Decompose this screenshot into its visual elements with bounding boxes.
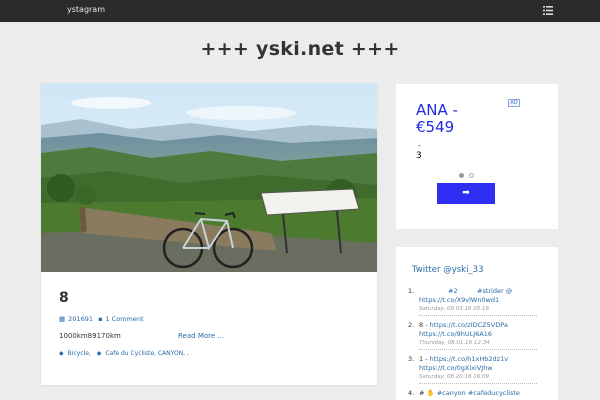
ad-dash: - — [418, 141, 421, 150]
post-title[interactable]: 8 — [59, 290, 69, 306]
tweet-text: # ✋ #canyon #cafeducycliste — [419, 389, 520, 397]
tweet-link[interactable]: https://t.co/zIDCZ5VDPa — [430, 321, 508, 329]
post-date[interactable]: 201691 — [68, 315, 93, 323]
post-featured-image[interactable] — [41, 83, 377, 272]
hand-emoji-icon: ✋ — [426, 389, 435, 397]
post-excerpt: 1000km89170km — [59, 332, 121, 340]
tweet-plain-text: 1 - — [419, 355, 428, 363]
ad-number: 3 — [416, 151, 422, 161]
top-navbar: ystagram — [0, 0, 600, 22]
read-more-link[interactable]: Read More ... — [178, 332, 224, 340]
ad-title[interactable]: ANA - €549 — [416, 102, 476, 136]
twitter-widget-title[interactable]: Twitter @yski_33 — [412, 265, 484, 275]
divider — [419, 349, 537, 350]
calendar-icon: ▦ — [59, 315, 66, 323]
post-comments-link[interactable]: 1 Comment — [105, 315, 143, 323]
twitter-widget: Twitter @yski_33 1. #2 #strider @ https:… — [396, 247, 558, 400]
tweet-time: Saturday, 08.20.16 16:09 — [419, 374, 490, 380]
tweet-url[interactable]: https://t.co/9hULJ6A16 — [419, 330, 492, 338]
divider — [419, 315, 537, 316]
tweet-plain-text: 8 - — [419, 321, 428, 329]
carousel-dot[interactable] — [469, 173, 474, 178]
tag-link[interactable]: Bicycle, — [68, 350, 91, 357]
carousel-dot-active[interactable] — [459, 173, 464, 178]
nav-link-ystagram[interactable]: ystagram — [67, 5, 105, 14]
tweet-time: Saturday, 09.03.16 05:18 — [419, 306, 490, 312]
ad-arrow-button[interactable]: ➡ — [437, 183, 495, 204]
post-tags: ◆ Bicycle, ◆ Cafe du Cycliste, CANYON, , — [59, 350, 193, 357]
tweet-number: 1. — [408, 287, 415, 295]
tweet-plain-text: # — [419, 389, 425, 397]
tweet-link[interactable]: #canyon #cafeducycliste — [437, 389, 520, 397]
tweet-number: 3. — [408, 355, 415, 363]
post-card: 8 ▦ 201691 ▪ 1 Comment 1000km89170km Read … — [41, 83, 377, 385]
tag-icon: ◆ — [96, 350, 102, 357]
tweet-number: 2. — [408, 321, 415, 329]
tweet-link[interactable]: #strider @ — [477, 287, 512, 295]
tweet-text: 8 - https://t.co/zIDCZ5VDPa — [419, 321, 508, 329]
tweet-link[interactable]: https://t.co/h1xHb2dz1v — [430, 355, 508, 363]
tag-link[interactable]: Cafe du Cycliste, CANYON, , — [105, 350, 189, 357]
tweet-url[interactable]: https://t.co/0gXixiVJhw — [419, 364, 493, 372]
tweet-time: Thursday, 08.01.16 12:34 — [419, 340, 490, 346]
tweet-text: 1 - https://t.co/h1xHb2dz1v — [419, 355, 508, 363]
post-meta: ▦ 201691 ▪ 1 Comment — [59, 315, 147, 323]
comment-icon: ▪ — [98, 315, 103, 323]
site-title[interactable]: +++ yski.net +++ — [0, 38, 600, 60]
ad-widget: ANA - €549 AD - 3 ➡ — [396, 84, 558, 229]
ad-choices-icon[interactable]: AD — [508, 99, 520, 107]
tag-icon: ◆ — [59, 350, 64, 357]
tweet-number: 4. — [408, 389, 415, 397]
divider — [419, 383, 537, 384]
list-menu-icon[interactable] — [543, 6, 553, 15]
tweet-url[interactable]: https://t.co/X9vlWn0wd1 — [419, 296, 499, 304]
tweet-text[interactable]: #2 — [448, 287, 458, 295]
